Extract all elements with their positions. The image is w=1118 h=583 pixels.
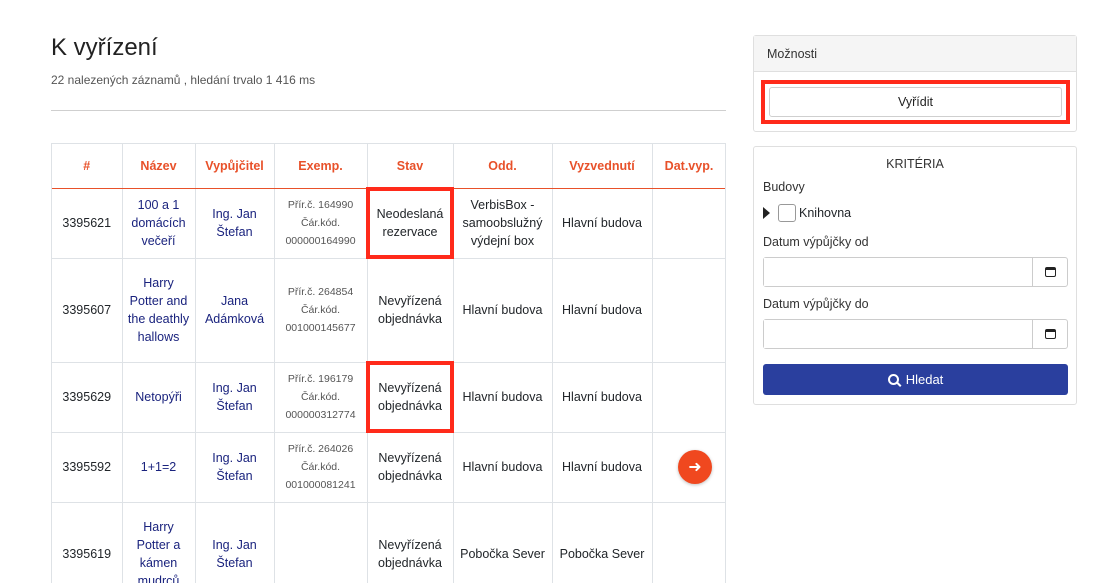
results-summary: 22 nalezených záznamů , hledání trvalo 1…: [51, 73, 316, 87]
copy-info: [274, 502, 368, 583]
library-checkbox[interactable]: [778, 204, 796, 222]
reader-link[interactable]: Jana Adámková: [205, 294, 264, 326]
status-cell: Nevyřízená objednávka: [367, 432, 454, 503]
column-header-pickup[interactable]: Vyzvednutí: [552, 144, 653, 189]
date-to-label: Datum výpůjčky do: [763, 297, 869, 311]
table-row: 3395629 Netopýři Ing. Jan Štefan Přír.č.…: [52, 361, 725, 433]
table-row: 3395592 1+1=2 Ing. Jan Štefan Přír.č. 26…: [52, 432, 725, 503]
row-number: 3395607: [52, 258, 123, 363]
loan-date-cell: [652, 502, 725, 583]
table-row: 3395621 100 a 1 domácích večeří Ing. Jan…: [52, 187, 725, 259]
loan-date-cell: [652, 258, 725, 363]
title-link[interactable]: 100 a 1 domácích večeří: [131, 198, 185, 248]
pickup-cell: Hlavní budova: [552, 258, 653, 363]
status-cell: Nevyřízená objednávka: [367, 502, 454, 583]
copy-info: Přír.č. 264854 Čár.kód. 001000145677: [274, 258, 368, 363]
reader-link[interactable]: Ing. Jan Štefan: [212, 381, 256, 413]
page-title: K vyřízení: [51, 34, 158, 61]
copy-info: Přír.č. 164990 Čár.kód. 000000164990: [274, 188, 368, 259]
barcode: Čár.kód. 001000081241: [285, 461, 356, 491]
loan-date-cell: [652, 188, 725, 259]
barcode: Čár.kód. 000000164990: [285, 217, 356, 247]
department-cell: Hlavní budova: [453, 258, 553, 363]
row-number: 3395619: [52, 502, 123, 583]
go-to-detail-button[interactable]: ➜: [678, 450, 712, 484]
date-from-field: [763, 257, 1068, 287]
status-cell: Neodeslaná rezervace: [366, 187, 454, 259]
accession-number: Přír.č. 196179: [287, 373, 354, 385]
options-panel: Možnosti Vyřídit: [753, 35, 1077, 132]
department-cell: Hlavní budova: [453, 432, 553, 503]
library-label: Knihovna: [799, 206, 852, 220]
column-header-department[interactable]: Odd.: [453, 144, 553, 189]
building-tree-item: Knihovna: [763, 204, 851, 222]
arrow-right-icon: ➜: [688, 459, 702, 476]
title-link[interactable]: Harry Potter a kámen mudrců: [137, 520, 181, 583]
title-link[interactable]: 1+1=2: [141, 460, 176, 474]
date-to-input[interactable]: [764, 320, 1032, 348]
column-header-status[interactable]: Stav: [367, 144, 454, 189]
criteria-title: KRITÉRIA: [886, 157, 944, 171]
copy-info: Přír.č. 264026 Čár.kód. 001000081241: [274, 432, 368, 503]
table-row: 3395619 Harry Potter a kámen mudrců Ing.…: [52, 502, 725, 583]
criteria-panel: KRITÉRIA Budovy Knihovna Datum výpůjčky …: [753, 146, 1077, 405]
calendar-icon: [1044, 329, 1056, 339]
divider: [51, 110, 726, 111]
row-number: 3395629: [52, 362, 123, 433]
accession-number: Přír.č. 164990: [287, 199, 354, 211]
pickup-cell: Hlavní budova: [552, 432, 653, 503]
row-number: 3395621: [52, 188, 123, 259]
status-cell: Nevyřízená objednávka: [367, 258, 454, 363]
reader-link[interactable]: Ing. Jan Štefan: [212, 207, 256, 239]
accession-number: Přír.č. 264026: [287, 443, 354, 455]
copy-info: Přír.č. 196179 Čár.kód. 000000312774: [274, 362, 368, 433]
search-icon: [887, 374, 899, 385]
options-header: Možnosti: [754, 36, 1076, 72]
column-header-title[interactable]: Název: [122, 144, 196, 189]
date-from-label: Datum výpůjčky od: [763, 235, 869, 249]
date-from-input[interactable]: [764, 258, 1032, 286]
department-cell: VerbisBox - samoobslužný výdejní box: [453, 188, 553, 259]
loan-date-cell: [652, 362, 725, 433]
date-from-picker-button[interactable]: [1032, 258, 1067, 286]
accession-number: Přír.č. 264854: [287, 286, 354, 298]
results-table: # Název Vypůjčitel Exemp. Stav Odd. Vyzv…: [51, 143, 726, 583]
column-header-reader[interactable]: Vypůjčitel: [195, 144, 275, 189]
reader-link[interactable]: Ing. Jan Štefan: [212, 451, 256, 483]
process-button[interactable]: Vyřídit: [769, 87, 1062, 117]
highlight-frame: Vyřídit: [761, 80, 1070, 124]
department-cell: Hlavní budova: [453, 362, 553, 433]
column-header-copy[interactable]: Exemp.: [274, 144, 368, 189]
pickup-cell: Pobočka Sever: [552, 502, 653, 583]
pickup-cell: Hlavní budova: [552, 188, 653, 259]
search-button[interactable]: Hledat: [763, 364, 1068, 395]
reader-link[interactable]: Ing. Jan Štefan: [212, 538, 256, 570]
department-cell: Pobočka Sever: [453, 502, 553, 583]
table-row: 3395607 Harry Potter and the deathly hal…: [52, 258, 725, 363]
title-link[interactable]: Harry Potter and the deathly hallows: [128, 276, 189, 344]
calendar-icon: [1044, 267, 1056, 277]
date-to-field: [763, 319, 1068, 349]
column-header-number[interactable]: #: [52, 144, 123, 189]
pickup-cell: Hlavní budova: [552, 362, 653, 433]
column-header-loan-date[interactable]: Dat.vyp.: [652, 144, 725, 189]
table-header-row: # Název Vypůjčitel Exemp. Stav Odd. Vyzv…: [52, 144, 725, 189]
title-link[interactable]: Netopýři: [135, 390, 182, 404]
search-button-label: Hledat: [905, 372, 944, 387]
row-number: 3395592: [52, 432, 123, 503]
date-to-picker-button[interactable]: [1032, 320, 1067, 348]
caret-right-icon[interactable]: [763, 207, 770, 219]
status-cell: Nevyřízená objednávka: [366, 361, 454, 433]
barcode: Čár.kód. 000000312774: [285, 391, 356, 421]
barcode: Čár.kód. 001000145677: [285, 304, 356, 334]
buildings-label: Budovy: [763, 180, 805, 194]
